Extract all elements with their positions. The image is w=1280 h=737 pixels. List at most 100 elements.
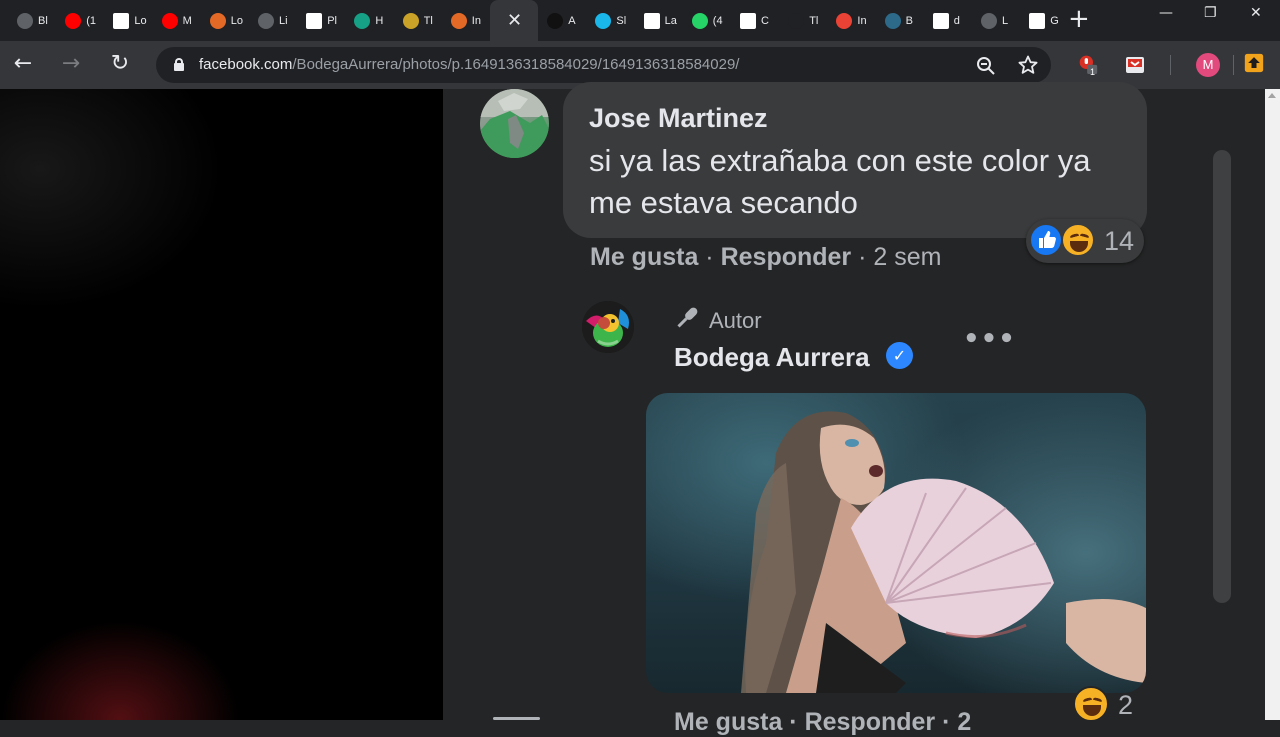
reply-actions-cutoff[interactable]: Me gusta · Responder · 2 [674,708,971,737]
author-badge: Autor [709,308,762,333]
tab-title: Tl [809,15,819,27]
tab-title: Lo [230,15,244,27]
bookmark-star-icon[interactable] [1018,55,1038,75]
browser-tab[interactable]: (1 [56,7,104,35]
like-reaction-icon [1029,223,1063,257]
back-button[interactable]: ← [10,51,36,77]
forward-button[interactable]: → [58,51,84,77]
browser-tab[interactable]: Lo [104,7,152,35]
whatsapp-icon [691,13,708,29]
browser-tab[interactable]: Sl [586,7,634,35]
tab-close-icon[interactable]: ✕ [507,10,522,31]
browser-tab[interactable]: Pl [297,7,345,35]
comment-author-name[interactable]: Jose Martinez [589,103,768,134]
reply-gif-image[interactable] [646,393,1146,693]
thumbs-up-icon [1039,231,1056,248]
youtube-icon [161,13,178,29]
youtube-icon [65,13,82,29]
tab-title: Bl [38,15,48,27]
url-host: facebook.com [199,56,293,73]
tab-title: B [905,15,913,27]
photo-viewer-background[interactable] [0,89,443,720]
browser-tab[interactable]: Li [249,7,297,35]
page-icon [113,13,130,29]
comment-reaction-count[interactable]: 14 [1104,226,1134,257]
tab-title: In [857,15,867,27]
page-avatar[interactable] [582,301,634,353]
gif-illustration [741,411,1146,693]
browser-tab[interactable]: La [635,7,683,35]
tab-title: A [568,15,576,27]
browser-tab[interactable]: C [731,7,779,35]
tab-title: Tl [423,15,433,27]
tab-title: La [664,15,677,27]
comment-actions: Me gusta · Responder · 2 sem [590,243,941,272]
reply-author-name[interactable]: Bodega Aurrera [674,342,870,373]
tab-active[interactable]: ✕ [490,0,538,41]
tab-title: Sl [616,15,627,27]
comments-scrollbar-thumb[interactable] [1213,150,1231,603]
globe-icon [17,13,33,29]
reload-button[interactable]: ↻ [107,51,133,77]
url-text[interactable]: facebook.com/BodegaAurrera/photos/p.1649… [199,56,739,73]
browser-tab[interactable]: Tl [394,7,442,35]
nd-icon [402,13,419,29]
address-bar[interactable]: facebook.com/BodegaAurrera/photos/p.1649… [156,47,1051,83]
toolbar-separator [1233,55,1234,75]
commenter-avatar[interactable] [480,89,549,158]
browser-tab[interactable]: M [153,7,201,35]
browser-tab[interactable]: Bl [8,7,56,35]
bodega-mascot-logo [582,301,634,353]
url-path: /BodegaAurrera/photos/p.1649136318584029… [292,56,740,73]
zoom-icon[interactable] [976,56,996,76]
browser-tab[interactable]: In [827,7,875,35]
browser-tab[interactable]: Tl [779,7,827,35]
browser-tab[interactable]: B [876,7,924,35]
window-close-button[interactable]: ✕ [1250,5,1262,21]
page-scrollbar[interactable] [1265,89,1280,720]
browser-tab[interactable]: G [1020,7,1068,35]
extension-upload-icon[interactable] [1244,53,1264,73]
comment-timestamp[interactable]: 2 sem [873,243,941,271]
page-icon [306,13,323,29]
browser-tab[interactable]: d [924,7,972,35]
extension-pocket-icon[interactable] [1125,55,1145,75]
tab-title: Lo [134,15,147,27]
new-tab-button[interactable]: + [1068,6,1090,34]
microphone-icon [677,307,698,328]
avatar-photo [480,89,549,158]
ud-icon [450,13,467,29]
p-icon [354,13,371,29]
google-icon [1029,13,1046,29]
action-separator: · [851,243,874,271]
google-icon [932,13,949,29]
reply-comment-link[interactable]: Responder [721,243,852,271]
restore-button[interactable]: ❐ [1204,5,1217,21]
badge-icon [547,13,564,29]
minimize-button[interactable]: — [1159,5,1173,21]
gif-haha-reaction-icon [1073,686,1109,722]
browser-tab[interactable]: L [972,7,1020,35]
tab-title: Pl [327,15,337,27]
tab-title: (4 [712,15,723,27]
comment-text: si ya las extrañaba con este color ya me… [589,143,1091,220]
page-icon [643,13,660,29]
browser-tab[interactable]: (4 [683,7,731,35]
reply-reaction-count[interactable]: 2 [1118,690,1133,721]
profile-avatar[interactable]: M [1196,53,1220,77]
scroll-up-arrow-icon[interactable] [1268,93,1276,98]
browser-tab[interactable]: In [442,7,490,35]
tab-title: (1 [86,15,96,27]
browser-tab[interactable]: A [538,7,586,35]
tab-title: G [1050,15,1059,27]
tab-title: H [375,15,384,27]
extension-badge-count: 1 [1090,67,1096,77]
browser-tab[interactable]: Lo [201,7,249,35]
browser-tab[interactable]: H [345,7,393,35]
like-comment-link[interactable]: Me gusta [590,243,698,271]
more-options-icon[interactable]: ••• [963,324,1016,354]
page-icon [740,13,756,29]
lock-icon[interactable] [174,58,184,71]
bird-icon [788,13,805,29]
tab-title: L [1002,15,1009,27]
